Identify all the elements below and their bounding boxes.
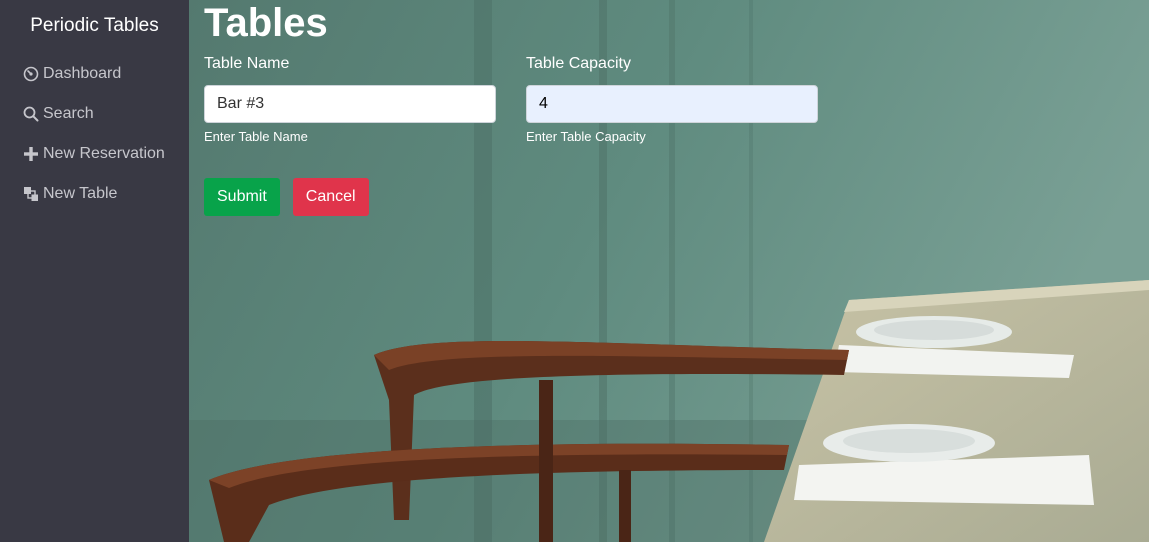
layers-icon <box>23 186 39 202</box>
table-capacity-help: Enter Table Capacity <box>526 129 646 144</box>
form-actions: Submit Cancel <box>204 178 1149 216</box>
table-capacity-label: Table Capacity <box>526 55 631 72</box>
table-capacity-group: Table Capacity Enter Table Capacity <box>526 54 818 144</box>
table-name-help: Enter Table Name <box>204 129 308 144</box>
sidebar-item-new-table[interactable]: New Table <box>23 182 189 206</box>
new-table-form: Table Name Enter Table Name Table Capaci… <box>204 54 1149 216</box>
plus-icon <box>23 146 39 162</box>
brand-title[interactable]: Periodic Tables <box>0 14 189 38</box>
sidebar-item-label: New Table <box>43 185 118 202</box>
submit-button[interactable]: Submit <box>204 178 280 216</box>
main-content: Tables Table Name Enter Table Name Table… <box>189 0 1149 542</box>
table-name-input[interactable] <box>204 85 496 123</box>
app-root: Periodic Tables Dashboard Search New Res… <box>0 0 1149 542</box>
table-name-group: Table Name Enter Table Name <box>204 54 496 144</box>
sidebar-item-label: Dashboard <box>43 65 122 82</box>
cancel-button[interactable]: Cancel <box>292 178 369 216</box>
page-content: Tables Table Name Enter Table Name Table… <box>189 0 1149 216</box>
sidebar-item-dashboard[interactable]: Dashboard <box>23 62 189 86</box>
table-capacity-input[interactable] <box>526 85 818 123</box>
sidebar-item-label: New Reservation <box>43 145 165 162</box>
sidebar-item-label: Search <box>43 105 94 122</box>
sidebar-item-new-reservation[interactable]: New Reservation <box>23 142 189 166</box>
sidebar: Periodic Tables Dashboard Search New Res… <box>0 0 189 542</box>
dashboard-gauge-icon <box>23 66 39 82</box>
search-icon <box>23 106 39 122</box>
table-name-label: Table Name <box>204 55 290 72</box>
page-title: Tables <box>204 1 328 45</box>
sidebar-item-search[interactable]: Search <box>23 102 189 126</box>
form-row: Table Name Enter Table Name Table Capaci… <box>204 54 1149 144</box>
